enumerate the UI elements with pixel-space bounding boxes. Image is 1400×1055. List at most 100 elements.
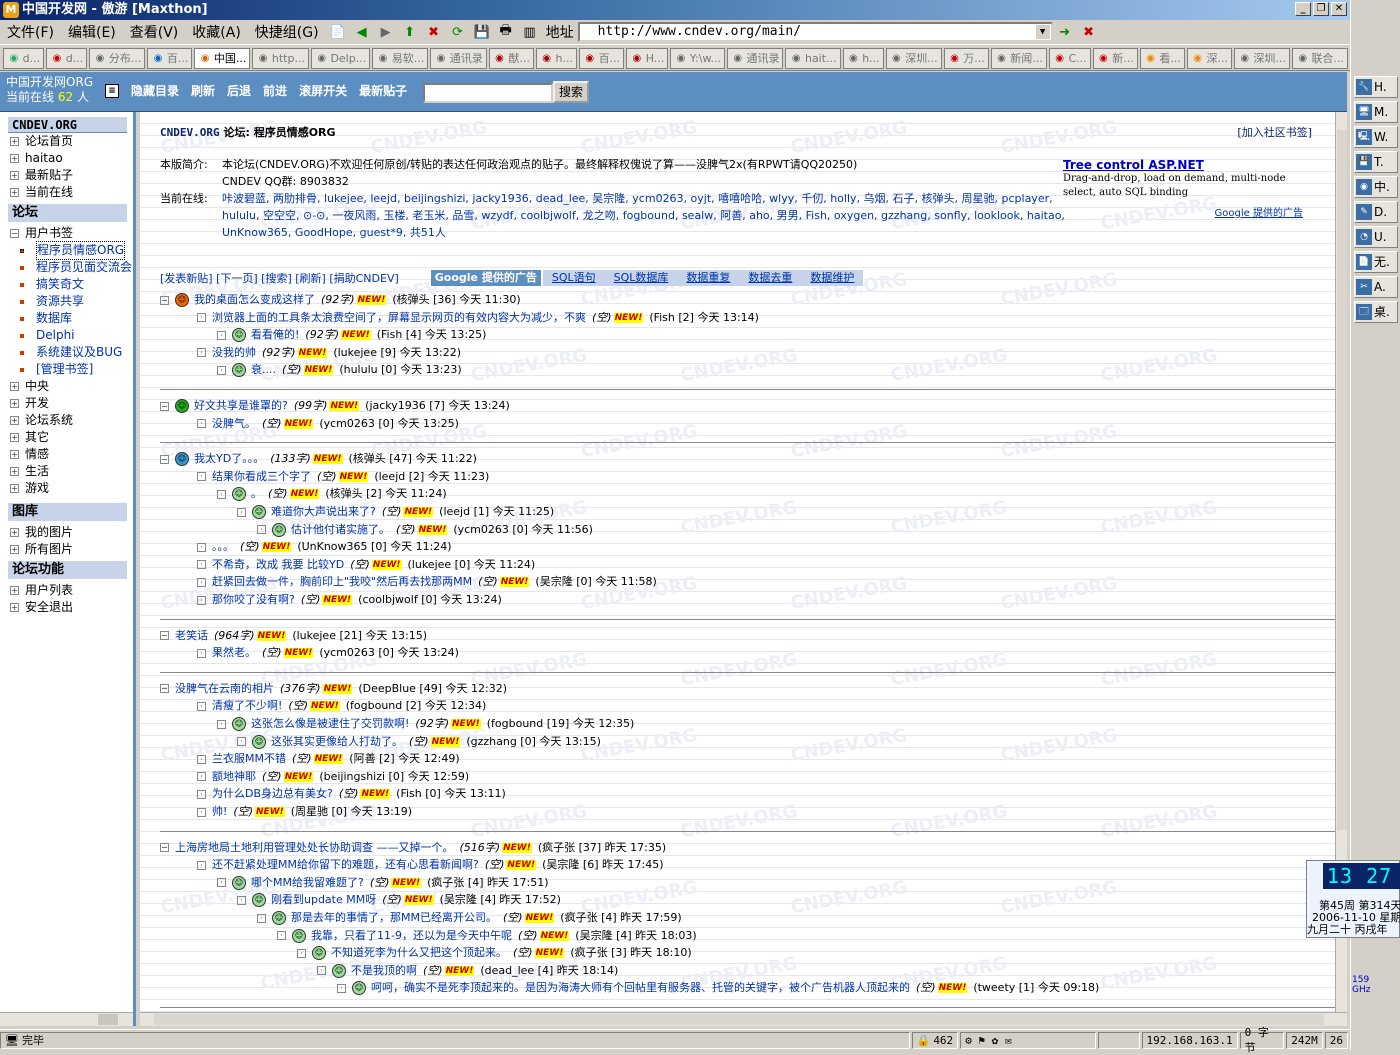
- quicklaunch-8[interactable]: ✂ A.: [1354, 276, 1398, 298]
- sidebar-bookmark-5[interactable]: Delphi: [20, 327, 133, 344]
- sidebar-toggle-icon[interactable]: ▥: [519, 22, 541, 42]
- expand-icon[interactable]: +: [10, 137, 19, 146]
- reply-item[interactable]: · 没我的帅 (92字) NEW! (lukejee [9] 今天 13:22): [197, 345, 461, 361]
- up-icon[interactable]: ⬆: [399, 22, 421, 42]
- post-title[interactable]: 上海房地局土地利用管理处处长协助调查 ——又掉一个。: [175, 840, 454, 856]
- tab-12[interactable]: ◉ H...: [626, 47, 669, 69]
- post-title[interactable]: 不希奇，改成 我要 比较YD: [212, 557, 344, 573]
- sidebar-gallery-0[interactable]: + 我的图片: [10, 524, 133, 541]
- sidebar-bookmark-4[interactable]: 数据库: [20, 310, 133, 327]
- sidebar-site-head[interactable]: CNDEV.ORG: [8, 117, 127, 133]
- sidebar-bookmark-0[interactable]: 程序员情感ORG: [20, 241, 133, 260]
- reply-item[interactable]: · 浏览器上面的工具条太浪费空间了，屏幕显示网页的有效内容大为减少，不爽 (空) NE…: [197, 310, 759, 326]
- tab-3[interactable]: ◉ 百...: [147, 47, 193, 69]
- menu-view[interactable]: 查看(V): [123, 22, 186, 42]
- collapse-icon[interactable]: −: [160, 295, 169, 305]
- post-title[interactable]: 刚看到update MM呀: [271, 892, 376, 908]
- expand-icon[interactable]: +: [10, 528, 19, 537]
- expand-icon[interactable]: +: [10, 603, 19, 612]
- post-title[interactable]: 兰衣服MM不错: [212, 751, 286, 767]
- nav-back[interactable]: 后退: [227, 82, 251, 99]
- close-tab-icon[interactable]: ✖: [1078, 22, 1100, 42]
- reply-item[interactable]: · 。。。 (空) NEW! (UnKnow365 [0] 今天 11:24): [197, 539, 452, 555]
- reply-item[interactable]: · ☺ 我靠，只看了11-9，还以为是今天中午呢 (空) NEW! (吴宗隆 [4] 昨天…: [277, 928, 697, 944]
- post-title[interactable]: 我太YD了。。。: [194, 451, 264, 467]
- tab-20[interactable]: ◉ C...: [1048, 47, 1091, 69]
- quicklaunch-3[interactable]: 💾 T.: [1354, 151, 1398, 173]
- expand-icon[interactable]: +: [10, 171, 19, 180]
- ad-link-0[interactable]: SQL语句: [542, 270, 605, 286]
- post-title[interactable]: 不知道死李为什么又把这个顶起来。: [331, 945, 507, 961]
- tab-5[interactable]: ◉ http...: [252, 47, 309, 69]
- tab-4[interactable]: ◉ 中国...: [194, 47, 251, 69]
- expand-icon[interactable]: +: [10, 382, 19, 391]
- collapse-icon[interactable]: −: [160, 843, 169, 853]
- quicklaunch-1[interactable]: 🖥 M.: [1354, 101, 1398, 123]
- tab-24[interactable]: ◉ 深圳...: [1233, 47, 1290, 69]
- ad-by[interactable]: Google 提供的广告: [1063, 204, 1303, 219]
- expand-icon[interactable]: +: [10, 433, 19, 442]
- status-icons[interactable]: ⚙ ⚑ ✿ ✉: [960, 1031, 1097, 1049]
- tab-21[interactable]: ◉ 新...: [1092, 47, 1138, 69]
- reply-item[interactable]: · 兰衣服MM不错 (空) NEW! (阿善 [2] 今天 12:49): [197, 751, 460, 767]
- reply-item[interactable]: · 不希奇，改成 我要 比较YD (空) NEW! (lukejee [0] 今天 11…: [197, 557, 535, 573]
- sidebar-bookmark-7[interactable]: [管理书签]: [20, 361, 133, 378]
- maxthon-icon[interactable]: M: [3, 2, 19, 18]
- go-icon[interactable]: ➜: [1054, 22, 1076, 42]
- post-title[interactable]: 哪个MM给我留难题了?: [251, 875, 364, 891]
- post-title[interactable]: 这张怎么像是被逮住了交罚款啊!: [251, 716, 409, 732]
- collapse-icon[interactable]: −: [160, 631, 169, 641]
- sidebar-bookmark-2[interactable]: 搞笑奇文: [20, 276, 133, 293]
- expand-icon[interactable]: +: [10, 586, 19, 595]
- post-title[interactable]: 不是我顶的啊: [351, 963, 417, 979]
- ad-link-3[interactable]: 数据去重: [739, 270, 802, 286]
- post-title[interactable]: 估计他付诸实施了。: [291, 522, 390, 538]
- reply-item[interactable]: · ☺ 不知道死李为什么又把这个顶起来。 (空) NEW! (疯子张 [3] 昨天 18:…: [297, 945, 692, 961]
- post-title[interactable]: 没脾气在云南的相片: [175, 681, 274, 697]
- tab-25[interactable]: ◉ 联合...: [1291, 47, 1348, 69]
- reply-item[interactable]: · ☺ 不是我顶的啊 (空) NEW! (dead_lee [4] 昨天 18:14): [317, 963, 618, 979]
- reply-item[interactable]: · ☺ 。 (空) NEW! (核弹头 [2] 今天 11:24): [217, 486, 447, 502]
- collapse-icon[interactable]: −: [10, 229, 19, 238]
- thread-root[interactable]: − ☺ 我太YD了。。。 (133字) NEW! (核弹头 [47] 今天 11:22): [160, 451, 477, 467]
- board-commands[interactable]: [发表新贴] [下一页] [搜索] [刷新] [捐助CNDEV]: [160, 270, 399, 286]
- minimize-button[interactable]: _: [1295, 2, 1311, 16]
- tab-6[interactable]: ◉ Delp...: [310, 47, 371, 69]
- quicklaunch-7[interactable]: 📄 无.: [1354, 251, 1398, 273]
- post-title[interactable]: 好文共享是谁罩的?: [194, 398, 288, 414]
- nav-hide-directory[interactable]: 隐藏目录: [131, 82, 179, 99]
- reply-item[interactable]: · 额地神耶 (空) NEW! (beijingshizi [0] 今天 12:59): [197, 769, 469, 785]
- expand-icon[interactable]: +: [10, 545, 19, 554]
- post-title[interactable]: 帅!: [212, 804, 227, 820]
- cpu-meter-icon[interactable]: 159 GHz: [1352, 975, 1374, 995]
- post-title[interactable]: 额地神耶: [212, 769, 256, 785]
- sidebar-item-0[interactable]: + 论坛首页: [10, 133, 133, 150]
- reply-item[interactable]: · 为什么DB身边总有美女? (空) NEW! (Fish [0] 今天 13:11): [197, 786, 506, 802]
- post-title[interactable]: 。。。: [212, 539, 234, 555]
- post-title[interactable]: 那是去年的事情了，那MM已经离开公司。: [291, 910, 497, 926]
- thread-root[interactable]: − ☺ 我的桌面怎么变成这样了 (92字) NEW! (核弹头 [36] 今天 11:30…: [160, 292, 521, 308]
- restore-button[interactable]: ❐: [1313, 2, 1329, 16]
- quicklaunch-6[interactable]: ◔ U.: [1354, 226, 1398, 248]
- expand-icon[interactable]: +: [10, 467, 19, 476]
- search-input[interactable]: [423, 83, 553, 103]
- reply-item[interactable]: · 那你咬了没有啊? (空) NEW! (coolbjwolf [0] 今天 13:24…: [197, 592, 502, 608]
- sidebar-bookmark-3[interactable]: 资源共享: [20, 293, 133, 310]
- tab-17[interactable]: ◉ 深圳...: [885, 47, 942, 69]
- collapse-icon[interactable]: −: [160, 454, 169, 464]
- tab-13[interactable]: ◉ Y:\w...: [670, 47, 725, 69]
- post-title[interactable]: 我的桌面怎么变成这样了: [194, 292, 315, 308]
- nav-forward[interactable]: 前进: [263, 82, 287, 99]
- expand-icon[interactable]: +: [10, 450, 19, 459]
- thread-root[interactable]: − 没脾气在云南的相片 (376字) NEW! (DeepBlue [49] 今天 12…: [160, 681, 507, 697]
- reply-item[interactable]: · ☺ 哪个MM给我留难题了? (空) NEW! (疯子张 [4] 昨天 17:51): [217, 875, 549, 891]
- refresh-icon[interactable]: ⟳: [447, 22, 469, 42]
- address-dropdown-icon[interactable]: ▼: [1035, 25, 1050, 39]
- post-title[interactable]: 没脾气。: [212, 416, 256, 432]
- post-title[interactable]: 浏览器上面的工具条太浪费空间了，屏幕显示网页的有效内容大为减少，不爽: [212, 310, 586, 326]
- ad-link-2[interactable]: 数据重复: [677, 270, 740, 286]
- expand-icon[interactable]: +: [10, 416, 19, 425]
- reply-item[interactable]: · ☺ 估计他付诸实施了。 (空) NEW! (ycm0263 [0] 今天 11:56): [257, 522, 593, 538]
- address-field[interactable]: http://www.cndev.org/main/ ▼: [577, 22, 1053, 42]
- reply-item[interactable]: · ☺ 那是去年的事情了，那MM已经离开公司。 (空) NEW! (疯子张 [4] 昨天 …: [257, 910, 682, 926]
